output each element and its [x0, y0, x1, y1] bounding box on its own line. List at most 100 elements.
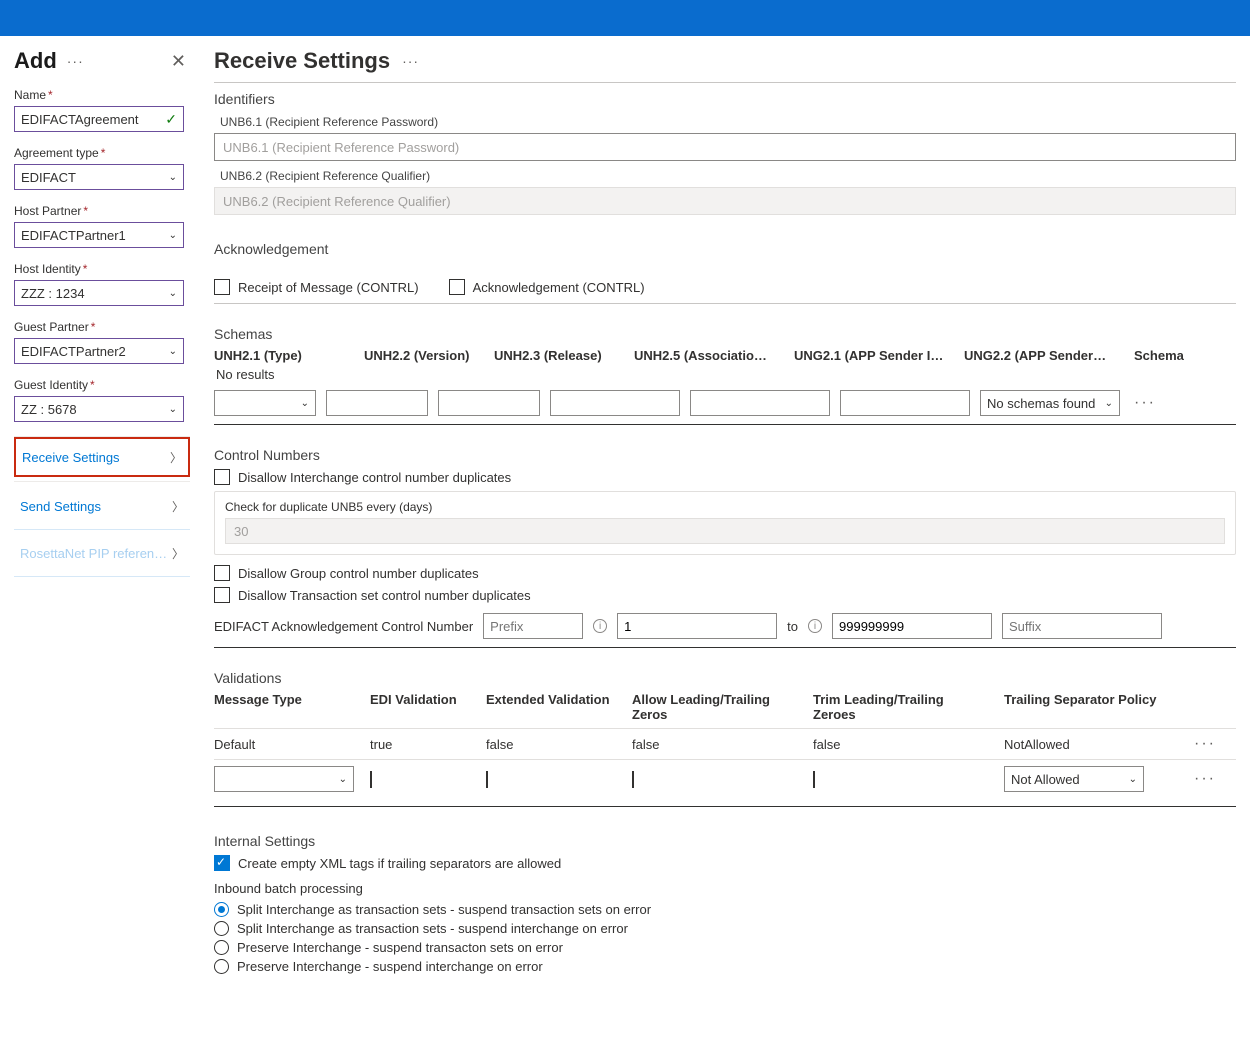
batch-opt-3[interactable]	[214, 959, 229, 974]
from-input[interactable]	[617, 613, 777, 639]
schema-select[interactable]: No schemas found ⌄	[980, 390, 1120, 416]
name-value: EDIFACTAgreement	[21, 112, 139, 127]
vrow-ext: false	[486, 737, 616, 752]
disallow-interchange-cb[interactable]	[214, 469, 230, 485]
col-unh23: UNH2.3 (Release)	[494, 348, 614, 363]
edi-cb[interactable]	[370, 771, 372, 788]
host-identity-label: Host Identity*	[14, 262, 190, 276]
unb61-input[interactable]	[214, 133, 1236, 161]
ung22-input[interactable]	[840, 390, 970, 416]
batch-label: Inbound batch processing	[214, 881, 1236, 896]
chevron-down-icon: ⌄	[1129, 774, 1137, 785]
disallow-interchange-label: Disallow Interchange control number dupl…	[238, 470, 511, 485]
vcol-trim: Trim Leading/Trailing Zeroes	[813, 692, 988, 722]
col-unh25: UNH2.5 (Association …	[634, 348, 774, 363]
receive-settings-blade: Receive Settings ··· Identifiers UNB6.1 …	[200, 36, 1250, 1018]
host-identity-select[interactable]: ZZZ : 1234 ⌄	[14, 280, 184, 306]
dup-days-input	[225, 518, 1225, 544]
chevron-right-icon: 〉	[172, 545, 184, 562]
guest-identity-select[interactable]: ZZ : 5678 ⌄	[14, 396, 184, 422]
page-title: Receive Settings	[214, 48, 390, 74]
chevron-down-icon: ⌄	[169, 404, 177, 415]
chevron-down-icon: ⌄	[169, 172, 177, 183]
more-icon[interactable]: ···	[402, 53, 419, 69]
vrow-policy: NotAllowed	[1004, 737, 1174, 752]
vcol-edi: EDI Validation	[370, 692, 470, 722]
unh25-input[interactable]	[550, 390, 680, 416]
nav-rosettanet[interactable]: RosettaNet PIP referen… 〉	[14, 533, 190, 573]
batch-opt-2[interactable]	[214, 940, 229, 955]
prefix-input[interactable]	[483, 613, 583, 639]
chevron-down-icon: ⌄	[1105, 398, 1113, 409]
lead-cb[interactable]	[632, 771, 634, 788]
col-schema: Schema	[1134, 348, 1214, 363]
ext-cb[interactable]	[486, 771, 488, 788]
guest-partner-select[interactable]: EDIFACTPartner2 ⌄	[14, 338, 184, 364]
guest-partner-label: Guest Partner*	[14, 320, 190, 334]
nav-receive-label: Receive Settings	[22, 450, 120, 465]
more-icon[interactable]: ···	[67, 53, 84, 69]
empty-xml-cb[interactable]	[214, 855, 230, 871]
no-results-text: No results	[216, 367, 1236, 382]
unb62-input	[214, 187, 1236, 215]
trim-cb[interactable]	[813, 771, 815, 788]
agreement-type-label: Agreement type*	[14, 146, 190, 160]
agreement-type-value: EDIFACT	[21, 170, 76, 185]
disallow-txn-cb[interactable]	[214, 587, 230, 603]
batch-opt-1-label: Split Interchange as transaction sets - …	[237, 921, 628, 936]
host-partner-value: EDIFACTPartner1	[21, 228, 126, 243]
chevron-right-icon: 〉	[172, 498, 184, 515]
policy-value: Not Allowed	[1011, 772, 1080, 787]
batch-opt-3-label: Preserve Interchange - suspend interchan…	[237, 959, 543, 974]
nav-receive-settings[interactable]: Receive Settings 〉	[14, 437, 190, 477]
validations-title: Validations	[214, 670, 1236, 686]
name-field[interactable]: EDIFACTAgreement ✓	[14, 106, 184, 132]
info-icon[interactable]: i	[593, 619, 607, 633]
guest-identity-label: Guest Identity*	[14, 378, 190, 392]
to-input[interactable]	[832, 613, 992, 639]
msg-type-select[interactable]: ⌄	[214, 766, 354, 792]
check-icon: ✓	[165, 111, 177, 128]
unh21-select[interactable]: ⌄	[214, 390, 316, 416]
disallow-group-label: Disallow Group control number duplicates	[238, 566, 479, 581]
vrow-msg: Default	[214, 737, 354, 752]
suffix-input[interactable]	[1002, 613, 1162, 639]
ung21-input[interactable]	[690, 390, 830, 416]
chevron-down-icon: ⌄	[169, 288, 177, 299]
batch-opt-0-label: Split Interchange as transaction sets - …	[237, 902, 651, 917]
close-icon[interactable]: ✕	[167, 50, 190, 72]
schemas-title: Schemas	[214, 326, 1236, 342]
agreement-type-select[interactable]: EDIFACT ⌄	[14, 164, 184, 190]
disallow-group-cb[interactable]	[214, 565, 230, 581]
vrow-lead: false	[632, 737, 797, 752]
policy-select[interactable]: Not Allowed ⌄	[1004, 766, 1144, 792]
guest-partner-value: EDIFACTPartner2	[21, 344, 126, 359]
nav-send-settings[interactable]: Send Settings 〉	[14, 486, 190, 526]
row-more-icon[interactable]: ···	[1130, 394, 1160, 412]
receipt-label: Receipt of Message (CONTRL)	[238, 280, 419, 295]
receipt-checkbox[interactable]	[214, 279, 230, 295]
ack-contrl-label: Acknowledgement (CONTRL)	[473, 280, 645, 295]
nav-send-label: Send Settings	[20, 499, 101, 514]
batch-opt-1[interactable]	[214, 921, 229, 936]
name-label: Name*	[14, 88, 190, 102]
vrow-edi: true	[370, 737, 470, 752]
info-icon[interactable]: i	[808, 619, 822, 633]
row-more-icon[interactable]: ···	[1190, 770, 1220, 788]
batch-opt-0[interactable]	[214, 902, 229, 917]
unh22-input[interactable]	[326, 390, 428, 416]
host-partner-label: Host Partner*	[14, 204, 190, 218]
col-unh22: UNH2.2 (Version)	[364, 348, 474, 363]
vcol-policy: Trailing Separator Policy	[1004, 692, 1174, 722]
empty-xml-label: Create empty XML tags if trailing separa…	[238, 856, 561, 871]
control-numbers-title: Control Numbers	[214, 447, 1236, 463]
vcol-lead: Allow Leading/Trailing Zeros	[632, 692, 797, 722]
host-partner-select[interactable]: EDIFACTPartner1 ⌄	[14, 222, 184, 248]
ack-contrl-checkbox[interactable]	[449, 279, 465, 295]
to-label: to	[787, 619, 798, 634]
row-more-icon[interactable]: ···	[1190, 735, 1220, 753]
host-identity-value: ZZZ : 1234	[21, 286, 85, 301]
unh23-input[interactable]	[438, 390, 540, 416]
col-unh21: UNH2.1 (Type)	[214, 348, 344, 363]
vrow-trim: false	[813, 737, 988, 752]
